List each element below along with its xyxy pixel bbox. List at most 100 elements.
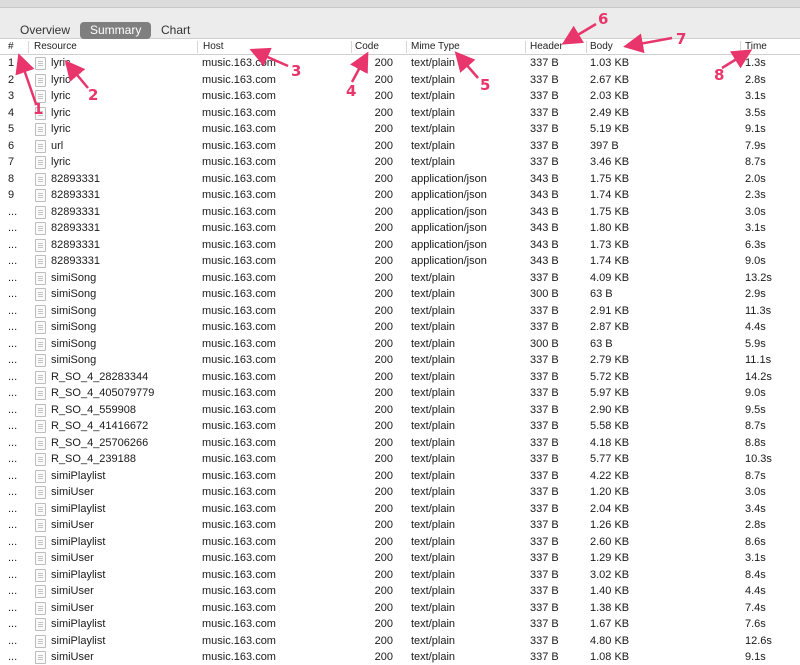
table-row[interactable]: ... R_SO_4_239188 music.163.com 200 text/pla… — [0, 451, 800, 468]
table-row[interactable]: ... simiSong music.163.com 200 text/plain 337… — [0, 352, 800, 369]
table-row[interactable]: ... simiUser music.163.com 200 text/plain 337… — [0, 517, 800, 534]
body-size-cell: 1.80 KB — [590, 222, 630, 234]
mime-type-cell: text/plain — [411, 156, 456, 168]
table-row[interactable]: ... simiPlaylist music.163.com 200 text/plai… — [0, 567, 800, 584]
header-size-cell: 337 B — [530, 436, 559, 449]
table-row[interactable]: 4 lyric music.163.com 200 text/plain 337 B 2.4… — [0, 105, 800, 122]
annotation-label-2: 2 — [88, 86, 99, 104]
body-size-cell: 1.75 KB — [590, 205, 630, 218]
duration-cell: 13.2s — [745, 271, 772, 284]
table-row[interactable]: ... simiPlaylist music.163.com 200 text/plai… — [0, 534, 800, 551]
duration-cell: 5.9s — [745, 337, 766, 350]
tab-overview[interactable]: Overview — [10, 22, 80, 39]
duration-cell: 14.2s — [745, 370, 772, 383]
resource-name: lyric — [51, 106, 71, 119]
col-resource-header[interactable]: Resource — [30, 39, 77, 55]
col-index-header[interactable]: # — [4, 39, 14, 55]
status-code-cell: 200 — [374, 321, 393, 333]
table-row[interactable]: ... R_SO_4_559908 music.163.com 200 text/pla… — [0, 402, 800, 419]
table-row[interactable]: ... simiPlaylist music.163.com 200 text/plai… — [0, 616, 800, 633]
table-row[interactable]: ... simiPlaylist music.163.com 200 text/plai… — [0, 633, 800, 650]
annotation-label-8: 8 — [714, 66, 725, 84]
body-size-cell: 1.67 KB — [590, 618, 630, 630]
body-size-cell: 1.29 KB — [590, 552, 630, 564]
tab-summary[interactable]: Summary — [80, 22, 152, 39]
status-code-cell: 200 — [374, 123, 393, 135]
col-header-header[interactable]: Header — [526, 39, 563, 55]
table-row[interactable]: ... simiUser music.163.com 200 text/plain 337… — [0, 583, 800, 600]
table-row[interactable]: ... 82893331 music.163.com 200 application/j… — [0, 204, 800, 221]
table-row[interactable]: 6 url music.163.com 200 text/plain 337 B 397 B… — [0, 138, 800, 155]
col-code-header[interactable]: Code — [351, 39, 379, 55]
mime-type-cell: text/plain — [411, 271, 456, 284]
table-row[interactable]: ... R_SO_4_405079779 music.163.com 200 text/… — [0, 385, 800, 402]
row-index: 1 — [8, 57, 15, 69]
table-row[interactable]: 8 82893331 music.163.com 200 application/jso… — [0, 171, 800, 188]
mime-type-cell: text/plain — [411, 403, 456, 416]
table-row[interactable]: ... 82893331 music.163.com 200 application/j… — [0, 220, 800, 237]
body-size-cell: 5.19 KB — [590, 123, 630, 135]
table-row[interactable]: ... simiUser music.163.com 200 text/plain 337… — [0, 550, 800, 567]
col-mime-header[interactable]: Mime Type — [407, 39, 460, 55]
file-icon — [35, 453, 46, 466]
table-row[interactable]: ... simiSong music.163.com 200 text/plain 300… — [0, 336, 800, 353]
col-body-header[interactable]: Body — [586, 39, 613, 55]
col-time-header[interactable]: Time — [741, 39, 767, 55]
body-size-cell: 4.18 KB — [590, 436, 630, 449]
table-row[interactable]: ... simiUser music.163.com 200 text/plain 337… — [0, 649, 800, 665]
table-row[interactable]: ... simiPlaylist music.163.com 200 text/plai… — [0, 501, 800, 518]
resource-name: simiUser — [51, 552, 94, 564]
table-row[interactable]: ... simiSong music.163.com 200 text/plain 337… — [0, 319, 800, 336]
status-code-cell: 200 — [374, 403, 393, 416]
duration-cell: 4.4s — [745, 585, 766, 597]
body-size-cell: 1.08 KB — [590, 651, 630, 663]
mime-type-cell: text/plain — [411, 469, 456, 482]
row-index: ... — [8, 535, 18, 548]
file-icon — [35, 57, 46, 70]
header-size-cell: 337 B — [530, 387, 559, 399]
file-icon — [35, 354, 46, 367]
resource-name: simiUser — [51, 601, 94, 614]
table-row[interactable]: ... simiSong music.163.com 200 text/plain 337… — [0, 270, 800, 287]
file-icon — [35, 552, 46, 565]
table-row[interactable]: ... R_SO_4_41416672 music.163.com 200 text/p… — [0, 418, 800, 435]
table-row[interactable]: 9 82893331 music.163.com 200 application/jso… — [0, 187, 800, 204]
status-code-cell: 200 — [374, 585, 393, 597]
host-cell: music.163.com — [202, 156, 276, 168]
file-icon — [35, 469, 46, 483]
body-size-cell: 63 B — [590, 288, 613, 300]
file-icon — [35, 222, 46, 235]
file-icon — [35, 420, 46, 433]
table-row[interactable]: 1 lyric music.163.com 200 text/plain 337 B 1.0… — [0, 55, 800, 72]
header-size-cell: 337 B — [530, 139, 559, 152]
body-size-cell: 2.90 KB — [590, 403, 630, 416]
table-row[interactable]: ... simiPlaylist music.163.com 200 text/plai… — [0, 468, 800, 485]
row-index: ... — [8, 601, 18, 614]
header-size-cell: 337 B — [530, 304, 559, 317]
table-row[interactable]: ... R_SO_4_28283344 music.163.com 200 text/p… — [0, 369, 800, 386]
table-row[interactable]: ... simiUser music.163.com 200 text/plain 337… — [0, 600, 800, 617]
header-size-cell: 337 B — [530, 57, 559, 69]
table-row[interactable]: ... simiUser music.163.com 200 text/plain 337… — [0, 484, 800, 501]
body-size-cell: 5.77 KB — [590, 453, 630, 465]
table-row[interactable]: ... 82893331 music.163.com 200 application/j… — [0, 237, 800, 254]
table-row[interactable]: ... 82893331 music.163.com 200 application/j… — [0, 253, 800, 270]
row-index: 5 — [8, 123, 15, 135]
table-row[interactable]: ... simiSong music.163.com 200 text/plain 300… — [0, 286, 800, 303]
file-icon — [35, 502, 46, 516]
table-row[interactable]: 7 lyric music.163.com 200 text/plain 337 B 3.4… — [0, 154, 800, 171]
tab-chart[interactable]: Chart — [151, 22, 200, 39]
mime-type-cell: text/plain — [411, 354, 456, 366]
table-row[interactable]: 2 lyric music.163.com 200 text/plain 337 B 2.6… — [0, 72, 800, 89]
header-size-cell: 337 B — [530, 568, 559, 581]
header-size-cell: 300 B — [530, 337, 559, 350]
status-code-cell: 200 — [374, 354, 393, 366]
table-row[interactable]: ... simiSong music.163.com 200 text/plain 337… — [0, 303, 800, 320]
col-host-header[interactable]: Host — [199, 39, 224, 55]
duration-cell: 2.9s — [745, 288, 766, 300]
table-row[interactable]: 5 lyric music.163.com 200 text/plain 337 B 5.1… — [0, 121, 800, 138]
table-row[interactable]: 3 lyric music.163.com 200 text/plain 337 B 2.0… — [0, 88, 800, 105]
body-size-cell: 2.87 KB — [590, 321, 630, 333]
mime-type-cell: text/plain — [411, 370, 456, 383]
table-row[interactable]: ... R_SO_4_25706266 music.163.com 200 text/p… — [0, 435, 800, 452]
